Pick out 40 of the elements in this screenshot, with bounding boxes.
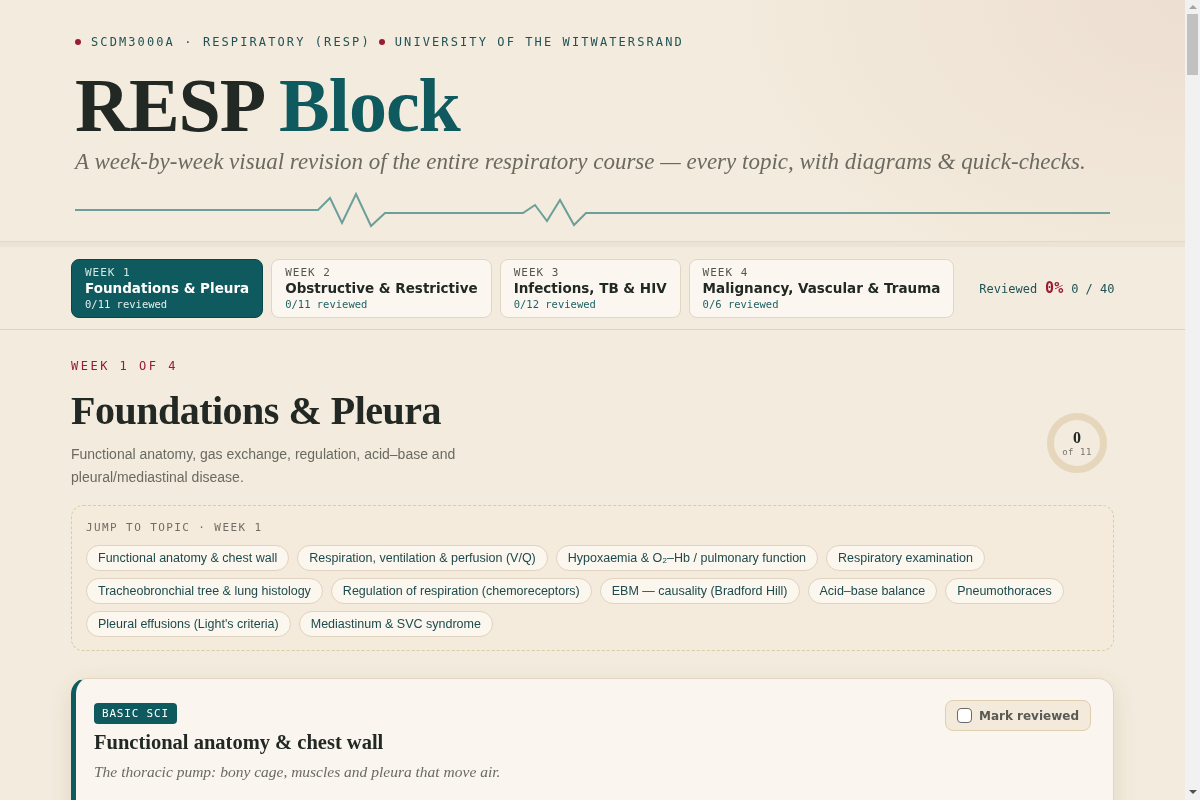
topic-chip[interactable]: Respiration, ventilation & perfusion (V/Q) [297, 545, 548, 571]
topic-chip[interactable]: Respiratory examination [826, 545, 985, 571]
topic-chip[interactable]: Tracheobronchial tree & lung histology [86, 578, 323, 604]
topic-chip[interactable]: Pleural effusions (Light's criteria) [86, 611, 291, 637]
ring-total: of 11 [1062, 445, 1092, 458]
reviewed-label: Reviewed [979, 281, 1038, 297]
ring-count: 0 [1073, 428, 1081, 446]
reviewed-percent: 0% [1045, 280, 1064, 296]
scrollbar[interactable] [1185, 0, 1200, 800]
topic-chip[interactable]: Hypoxaemia & O₂–Hb / pulmonary function [555, 545, 819, 571]
page-subtitle: A week-by-week visual revision of the entire respiratory course — every topic, with diagrams & quick-checks. [75, 148, 1087, 176]
week-tab[interactable]: WEEK 2 Obstructive & Restrictive 0/11 reviewed [271, 259, 492, 318]
week-tab[interactable]: WEEK 1 Foundations & Pleura 0/11 reviewed [71, 259, 264, 318]
topic-chip[interactable]: Acid–base balance [807, 578, 938, 604]
week-tab[interactable]: WEEK 3 Infections, TB & HIV 0/12 reviewed [499, 259, 681, 318]
topic-chip[interactable]: EBM — causality (Bradford Hill) [599, 578, 800, 604]
checkbox[interactable] [956, 708, 972, 723]
eyebrow-text: UNIVERSITY OF THE WITWATERSRAND [394, 34, 684, 50]
jump-label: JUMP TO TOPIC · WEEK 1 [86, 521, 264, 535]
mark-reviewed-button[interactable]: Mark reviewed [944, 700, 1091, 731]
week-eyebrow: WEEK 1 OF 4 [71, 358, 179, 374]
week-description: Functional anatomy, gas exchange, regulation, acid–base and pleural/mediastinal disease. [71, 445, 457, 487]
eyebrow-text: SCDM3000A · RESPIRATORY (RESP) [91, 34, 371, 50]
scroll-down-arrow-icon[interactable] [1188, 790, 1197, 794]
page-title: RESP Block [75, 67, 462, 143]
category-tag: BASIC SCI [94, 703, 177, 724]
reviewed-count: 0 / 40 [1071, 281, 1115, 297]
scroll-up-arrow-icon[interactable] [1188, 5, 1197, 9]
topic-title: Functional anatomy & chest wall [94, 730, 385, 756]
week-title: Foundations & Pleura [71, 387, 443, 435]
progress-ring [1047, 413, 1107, 473]
topic-summary: The thoracic pump: bony cage, muscles and pleura that move air. [94, 762, 501, 782]
scrollbar-thumb[interactable] [1187, 14, 1198, 75]
dot-icon [75, 39, 81, 45]
topic-chip[interactable]: Regulation of respiration (chemoreceptors) [330, 578, 592, 604]
topic-chip[interactable]: Mediastinum & SVC syndrome [298, 611, 493, 637]
topic-chip[interactable]: Pneumothoraces [945, 578, 1064, 604]
topic-chip[interactable]: Functional anatomy & chest wall [86, 545, 290, 571]
week-tab[interactable]: WEEK 4 Malignancy, Vascular & Trauma 0/6 reviewed [688, 259, 955, 318]
dot-icon [378, 39, 385, 45]
